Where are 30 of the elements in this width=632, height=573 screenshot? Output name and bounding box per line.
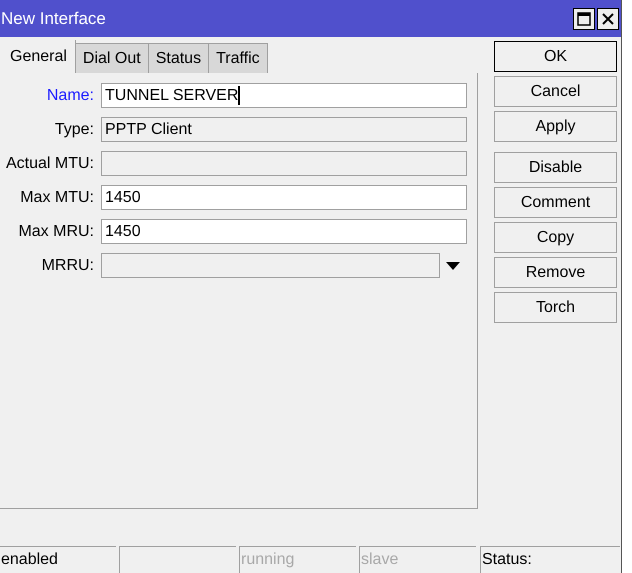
input-field[interactable]: 1450 <box>101 185 467 210</box>
input-field[interactable]: TUNNEL SERVER <box>101 83 467 108</box>
field-label: Max MTU: <box>19 188 95 208</box>
tab[interactable]: Dial Out <box>76 43 149 73</box>
status-text: Status: <box>482 550 532 570</box>
field-label: MRRU: <box>40 256 95 276</box>
dialog-button[interactable]: Remove <box>494 257 617 288</box>
dialog-button[interactable]: OK <box>494 41 617 72</box>
dialog-button[interactable]: Cancel <box>494 76 617 107</box>
tab[interactable]: Traffic <box>209 43 268 73</box>
field-label: Name: <box>46 86 95 106</box>
input-field[interactable]: 1450 <box>101 219 467 244</box>
tab[interactable]: Status <box>148 43 210 73</box>
close-button[interactable] <box>597 8 619 30</box>
field-label: Actual MTU: <box>4 154 95 174</box>
dialog-button[interactable]: Torch <box>494 292 617 323</box>
dialog-button[interactable]: Apply <box>494 111 617 142</box>
window-title: New Interface <box>1 8 107 30</box>
close-icon <box>601 12 615 26</box>
field-label: Type: <box>54 120 95 140</box>
dialog-button[interactable]: Comment <box>494 187 617 218</box>
dialog-button[interactable]: Copy <box>494 222 617 253</box>
status-text: slave <box>361 550 398 570</box>
field-label: Max MRU: <box>17 222 95 242</box>
status-text: running <box>241 550 294 570</box>
maximize-icon <box>577 12 591 26</box>
maximize-button[interactable] <box>573 8 595 30</box>
status-text: enabled <box>1 550 58 570</box>
dropdown-arrow-icon[interactable] <box>446 262 460 270</box>
dialog-button[interactable]: Disable <box>494 152 617 183</box>
